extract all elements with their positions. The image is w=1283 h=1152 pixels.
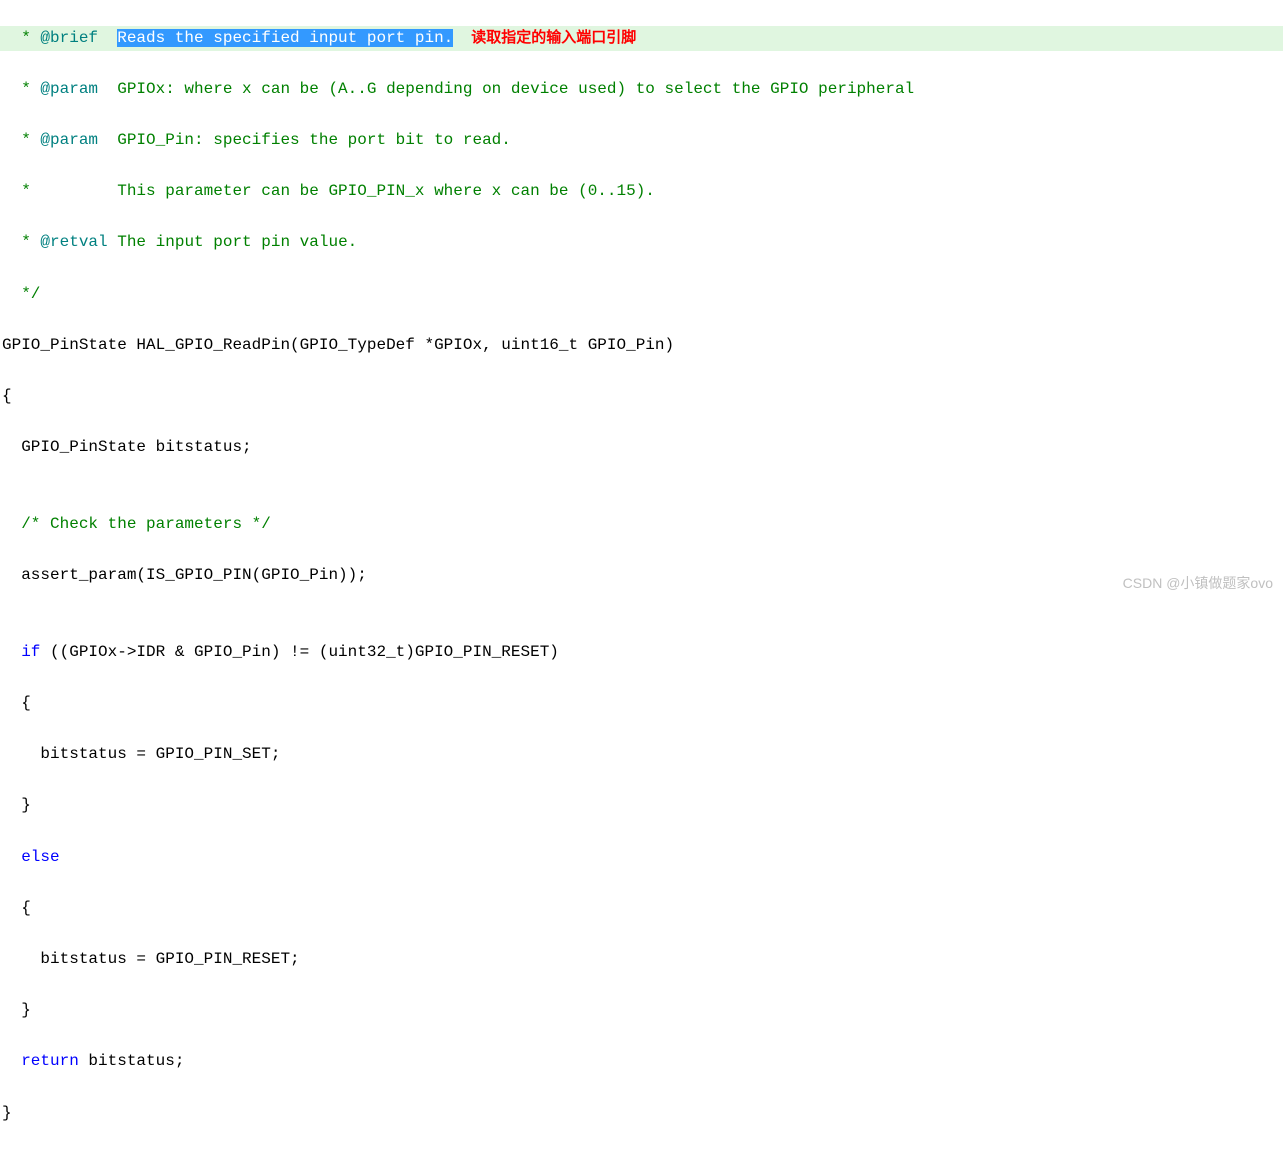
code-line-14: if ((GPIOx->IDR & GPIO_Pin) != (uint32_t… [0,640,1283,666]
red-annotation: 读取指定的输入端口引脚 [471,29,636,46]
assert-call: assert_param(IS_GPIO_PIN(GPIO_Pin)); [2,566,367,584]
brace-close: } [2,1001,31,1019]
code-block: * @brief Reads the specified input port … [0,0,1283,1152]
doxygen-tag-brief: @brief [40,29,98,47]
comment-prefix: * [2,80,40,98]
code-line-5: * @retval The input port pin value. [0,230,1283,256]
code-line-4: * This parameter can be GPIO_PIN_x where… [0,179,1283,205]
comment-prefix: * [2,29,40,47]
indent [2,643,21,661]
comment-prefix: * [2,233,40,251]
assignment: bitstatus = GPIO_PIN_RESET; [2,950,300,968]
gap [98,29,117,47]
code-line-18: else [0,845,1283,871]
code-line-11: /* Check the parameters */ [0,512,1283,538]
comment-text: /* Check the parameters */ [2,515,271,533]
code-line-1: * @brief Reads the specified input port … [0,26,1283,52]
code-line-16: bitstatus = GPIO_PIN_SET; [0,742,1283,768]
code-line-7: GPIO_PinState HAL_GPIO_ReadPin(GPIO_Type… [0,333,1283,359]
comment-text: GPIOx: where x can be (A..G depending on… [98,80,914,98]
code-line-23: } [0,1101,1283,1127]
indent [2,1052,21,1070]
brace-open: { [2,899,31,917]
assignment: bitstatus = GPIO_PIN_SET; [2,745,280,763]
comment-text: The input port pin value. [108,233,358,251]
comment-prefix: * [2,131,40,149]
code-line-17: } [0,793,1283,819]
return-value: bitstatus; [79,1052,185,1070]
code-line-8: { [0,384,1283,410]
declaration: GPIO_PinState bitstatus; [2,438,252,456]
code-line-12: assert_param(IS_GPIO_PIN(GPIO_Pin)); [0,563,1283,589]
code-line-2: * @param GPIOx: where x can be (A..G dep… [0,77,1283,103]
comment-close: */ [2,285,40,303]
condition: ((GPIOx->IDR & GPIO_Pin) != (uint32_t)GP… [40,643,558,661]
indent [2,848,21,866]
keyword-return: return [21,1052,79,1070]
code-line-9: GPIO_PinState bitstatus; [0,435,1283,461]
code-line-22: return bitstatus; [0,1049,1283,1075]
function-signature: GPIO_PinState HAL_GPIO_ReadPin(GPIO_Type… [2,336,674,354]
doxygen-tag-param: @param [40,80,98,98]
code-line-21: } [0,998,1283,1024]
code-line-6: */ [0,282,1283,308]
comment-text: * This parameter can be GPIO_PIN_x where… [2,182,655,200]
selected-text[interactable]: Reads the specified input port pin. [117,29,453,47]
code-line-20: bitstatus = GPIO_PIN_RESET; [0,947,1283,973]
brace-open: { [2,694,31,712]
code-line-15: { [0,691,1283,717]
code-line-19: { [0,896,1283,922]
doxygen-tag-param: @param [40,131,98,149]
brace-open: { [2,387,12,405]
brace-close: } [2,796,31,814]
comment-text: GPIO_Pin: specifies the port bit to read… [98,131,511,149]
code-line-3: * @param GPIO_Pin: specifies the port bi… [0,128,1283,154]
doxygen-tag-retval: @retval [40,233,107,251]
keyword-if: if [21,643,40,661]
keyword-else: else [21,848,59,866]
brace-close: } [2,1104,12,1122]
